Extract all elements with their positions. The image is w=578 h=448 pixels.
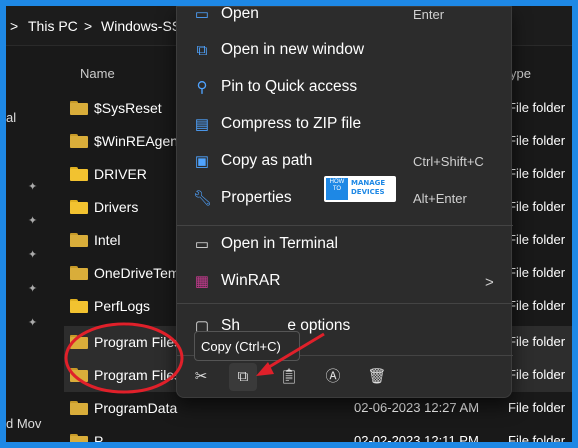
annotation-ellipse: [64, 322, 184, 394]
annotation-arrow: [263, 332, 325, 372]
file-explorer-window: > This PC > Windows-SS al ✦ ✦ ✦ ✦ ✦ d Mo…: [6, 6, 572, 442]
annotation-overlay: [64, 322, 325, 394]
